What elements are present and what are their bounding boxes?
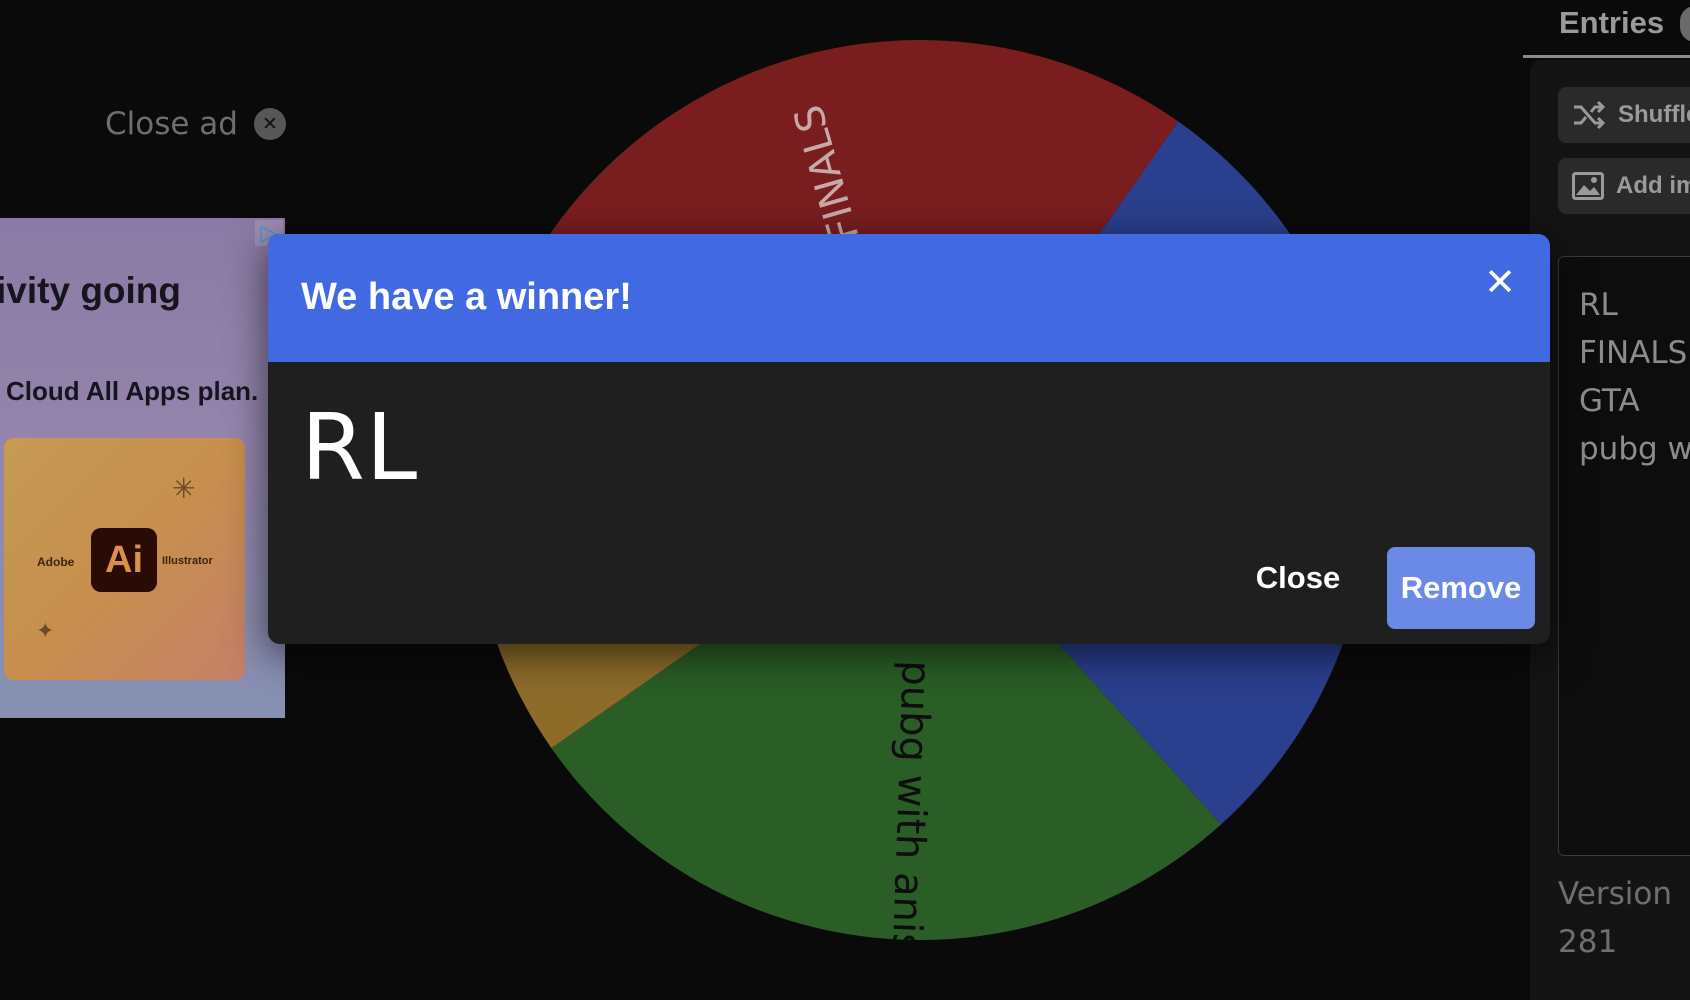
shuffle-icon xyxy=(1574,100,1606,130)
add-image-label: Add image xyxy=(1616,172,1690,199)
close-ad-button[interactable]: Close ad ✕ xyxy=(105,106,286,142)
tab-entries-label: Entries xyxy=(1559,5,1665,40)
entry-item: pubg with anish xyxy=(1579,431,1690,467)
advertisement[interactable]: ▷ ivity going Cloud All Apps plan. ✳ ✦ A… xyxy=(0,218,285,718)
ad-body-text: Cloud All Apps plan. xyxy=(6,376,259,406)
add-image-button[interactable]: Add image xyxy=(1558,158,1690,214)
tab-entries[interactable]: Entries xyxy=(1523,0,1690,58)
entry-item: GTA xyxy=(1579,383,1640,419)
illustrator-logo: Ai xyxy=(91,528,157,592)
version-label: Version xyxy=(1558,876,1672,912)
ad-brand-text: Adobe xyxy=(37,555,75,569)
remove-button[interactable]: Remove xyxy=(1387,547,1535,629)
entries-textarea[interactable]: RL FINALS GTA pubg with anish xyxy=(1558,256,1690,856)
ad-product-text: Illustrator xyxy=(162,555,213,567)
dialog-title: We have a winner! xyxy=(301,276,632,318)
version-info: Version 281 xyxy=(1558,870,1672,966)
version-number: 281 xyxy=(1558,924,1618,960)
ad-image: ✳ ✦ Adobe Ai Illustrator xyxy=(4,438,245,680)
entries-list: RL FINALS GTA pubg with anish xyxy=(1559,257,1690,473)
ad-headline: ivity going xyxy=(0,270,181,311)
dialog-header: We have a winner! ✕ xyxy=(268,234,1550,362)
image-icon xyxy=(1572,172,1604,200)
close-button[interactable]: Close xyxy=(1236,548,1360,608)
entries-count-badge xyxy=(1680,6,1690,42)
sparkle-icon: ✦ xyxy=(36,618,55,643)
shuffle-label: Shuffle xyxy=(1618,101,1690,128)
close-icon[interactable]: ✕ xyxy=(1478,260,1522,304)
winner-dialog: We have a winner! ✕ RL Close Remove xyxy=(268,234,1550,644)
shuffle-button[interactable]: Shuffle xyxy=(1558,87,1690,143)
winner-name: RL xyxy=(301,394,419,501)
entry-item: FINALS xyxy=(1579,335,1688,371)
sparkle-icon: ✳ xyxy=(172,473,196,504)
close-ad-label: Close ad xyxy=(105,106,238,142)
entry-item: RL xyxy=(1579,287,1618,323)
close-icon[interactable]: ✕ xyxy=(253,108,286,140)
